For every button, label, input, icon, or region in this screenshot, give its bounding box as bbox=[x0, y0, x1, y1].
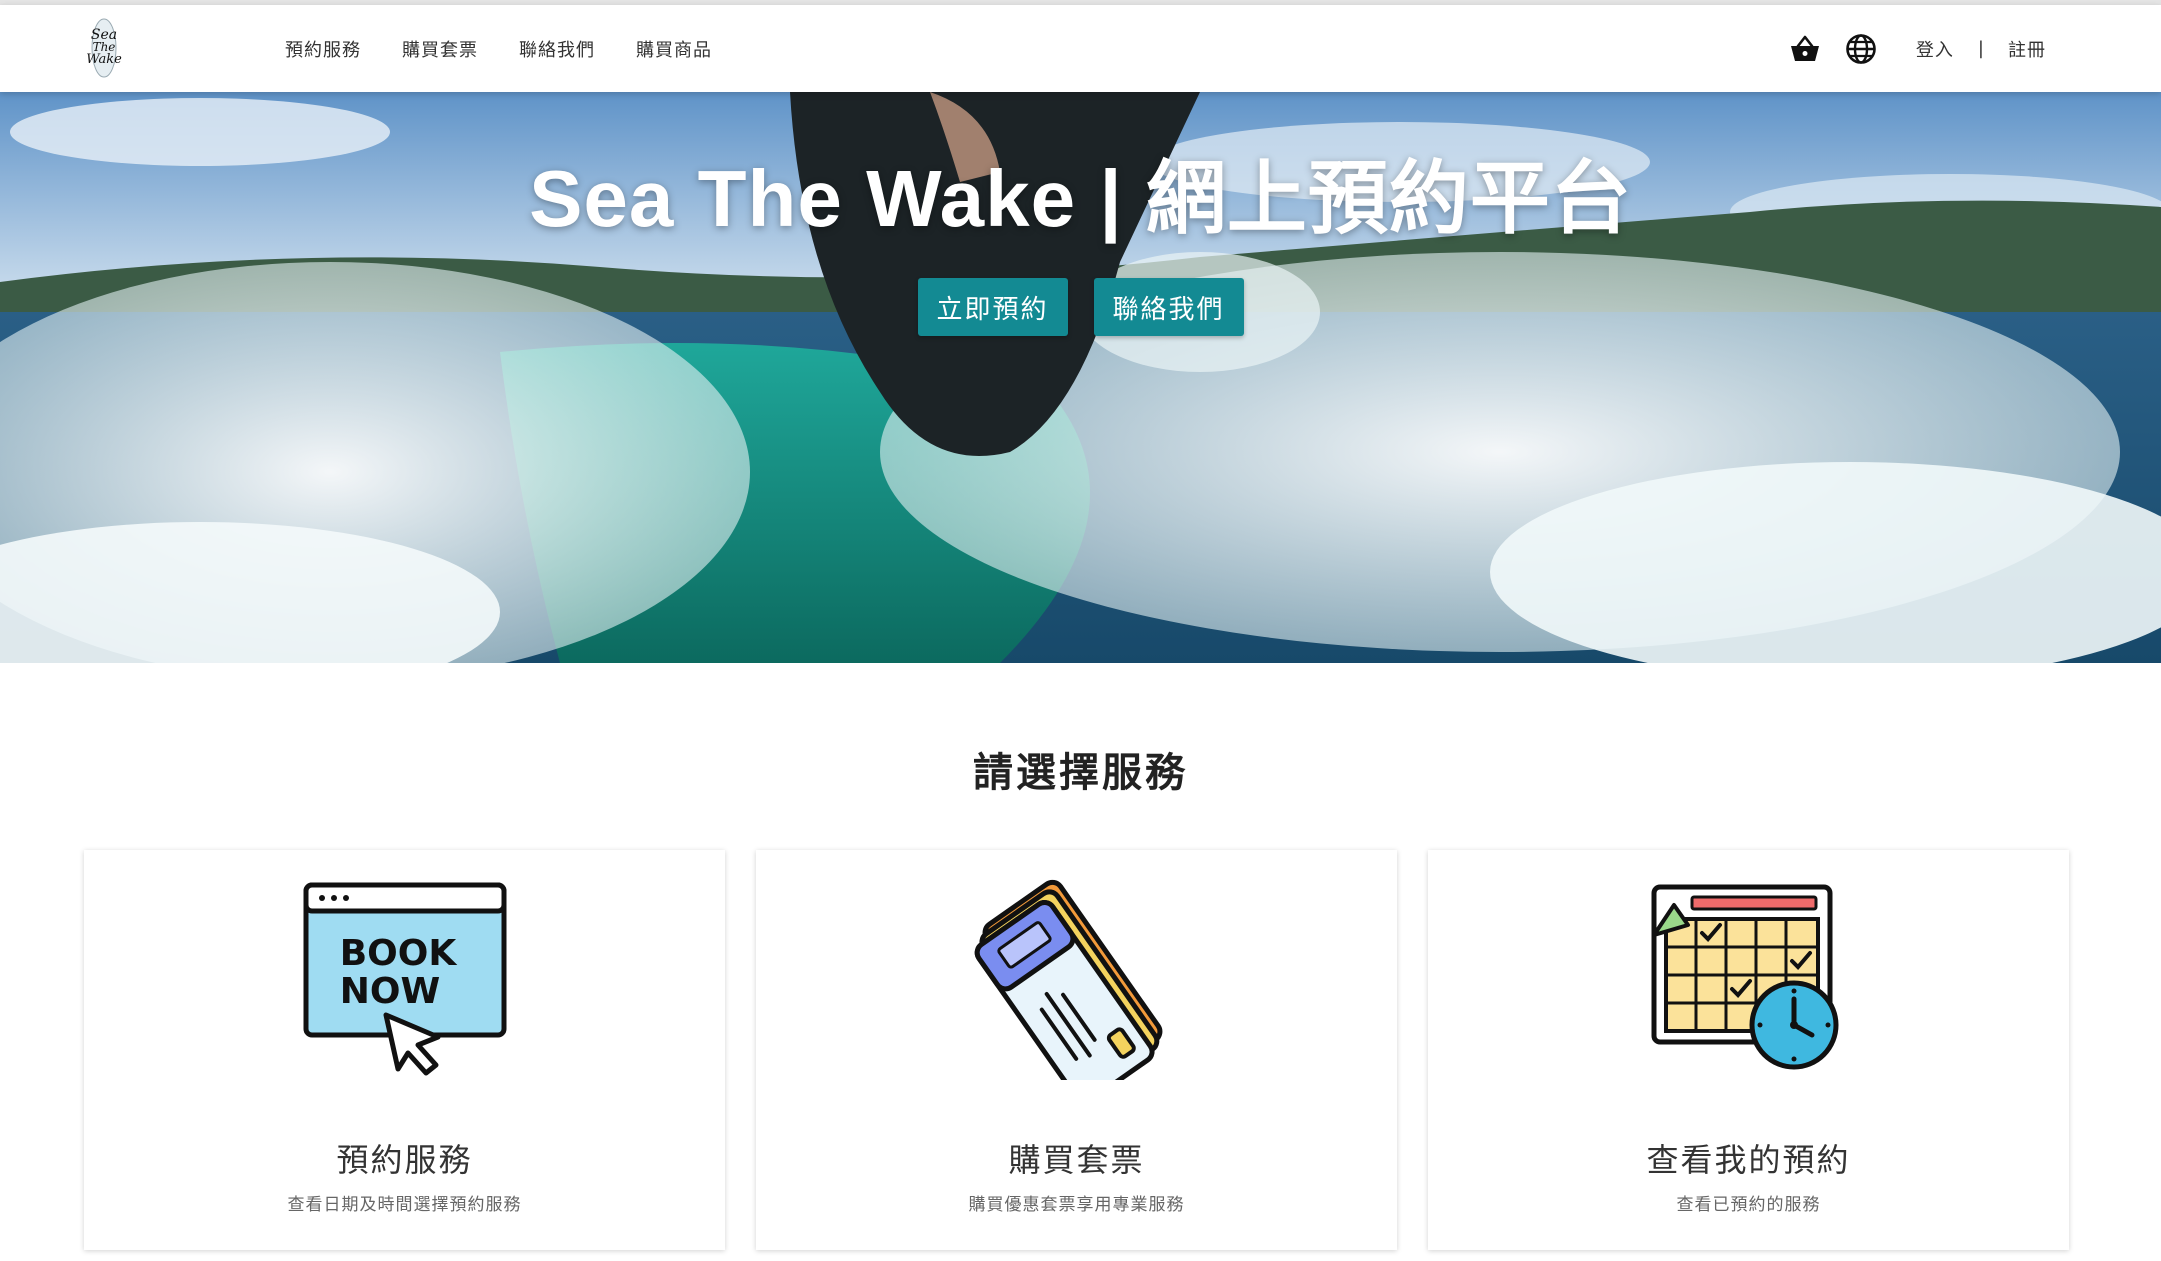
service-cards: BOOK NOW 預約服務 查看日期及時間選擇預約服務 購買套票 購買優惠套票享… bbox=[84, 850, 2069, 1250]
main-nav: 預約服務 購買套票 聯絡我們 購買商品 bbox=[285, 5, 712, 92]
nav-item-shop[interactable]: 購買商品 bbox=[636, 36, 712, 62]
basket-icon[interactable] bbox=[1788, 32, 1822, 66]
book-now-icon: BOOK NOW bbox=[300, 875, 510, 1080]
hero-title: Sea The Wake | 網上預約平台 bbox=[529, 154, 1632, 243]
service-card-package[interactable]: 購買套票 購買優惠套票享用專業服務 bbox=[756, 850, 1397, 1250]
card-description: 查看已預約的服務 bbox=[1676, 1195, 1821, 1215]
login-link[interactable]: 登入 bbox=[1916, 36, 1954, 62]
service-card-my-bookings[interactable]: 查看我的預約 查看已預約的服務 bbox=[1428, 850, 2069, 1250]
logo[interactable]: Sea The Wake bbox=[84, 17, 124, 79]
auth-separator: | bbox=[1977, 38, 1984, 59]
svg-text:BOOK: BOOK bbox=[339, 933, 457, 974]
svg-text:Wake: Wake bbox=[86, 52, 122, 67]
nav-item-contact[interactable]: 聯絡我們 bbox=[519, 36, 595, 62]
section-title: 請選擇服務 bbox=[973, 750, 1188, 796]
card-title: 查看我的預約 bbox=[1646, 1141, 1851, 1179]
svg-text:NOW: NOW bbox=[339, 971, 439, 1012]
hero-buttons: 立即預約 聯絡我們 bbox=[0, 278, 2161, 336]
header-actions: 登入 | 註冊 bbox=[1788, 5, 2046, 92]
register-link[interactable]: 註冊 bbox=[2008, 36, 2046, 62]
card-title: 購買套票 bbox=[1008, 1141, 1145, 1179]
book-now-button[interactable]: 立即預約 bbox=[917, 278, 1068, 336]
nav-item-booking[interactable]: 預約服務 bbox=[285, 36, 361, 62]
header: Sea The Wake 預約服務 購買套票 聯絡我們 購買商品 登入 | 註冊 bbox=[0, 5, 2161, 92]
contact-us-button[interactable]: 聯絡我們 bbox=[1093, 278, 1244, 336]
tickets-icon bbox=[972, 875, 1182, 1105]
service-card-booking[interactable]: BOOK NOW 預約服務 查看日期及時間選擇預約服務 bbox=[84, 850, 725, 1250]
calendar-clock-icon bbox=[1644, 875, 1854, 1080]
nav-item-buy-package[interactable]: 購買套票 bbox=[402, 36, 478, 62]
card-description: 查看日期及時間選擇預約服務 bbox=[287, 1195, 522, 1215]
globe-icon[interactable] bbox=[1844, 32, 1878, 66]
card-title: 預約服務 bbox=[336, 1141, 473, 1179]
hero-banner: Sea The Wake | 網上預約平台 立即預約 聯絡我們 bbox=[0, 92, 2161, 663]
card-description: 購買優惠套票享用專業服務 bbox=[968, 1195, 1185, 1215]
